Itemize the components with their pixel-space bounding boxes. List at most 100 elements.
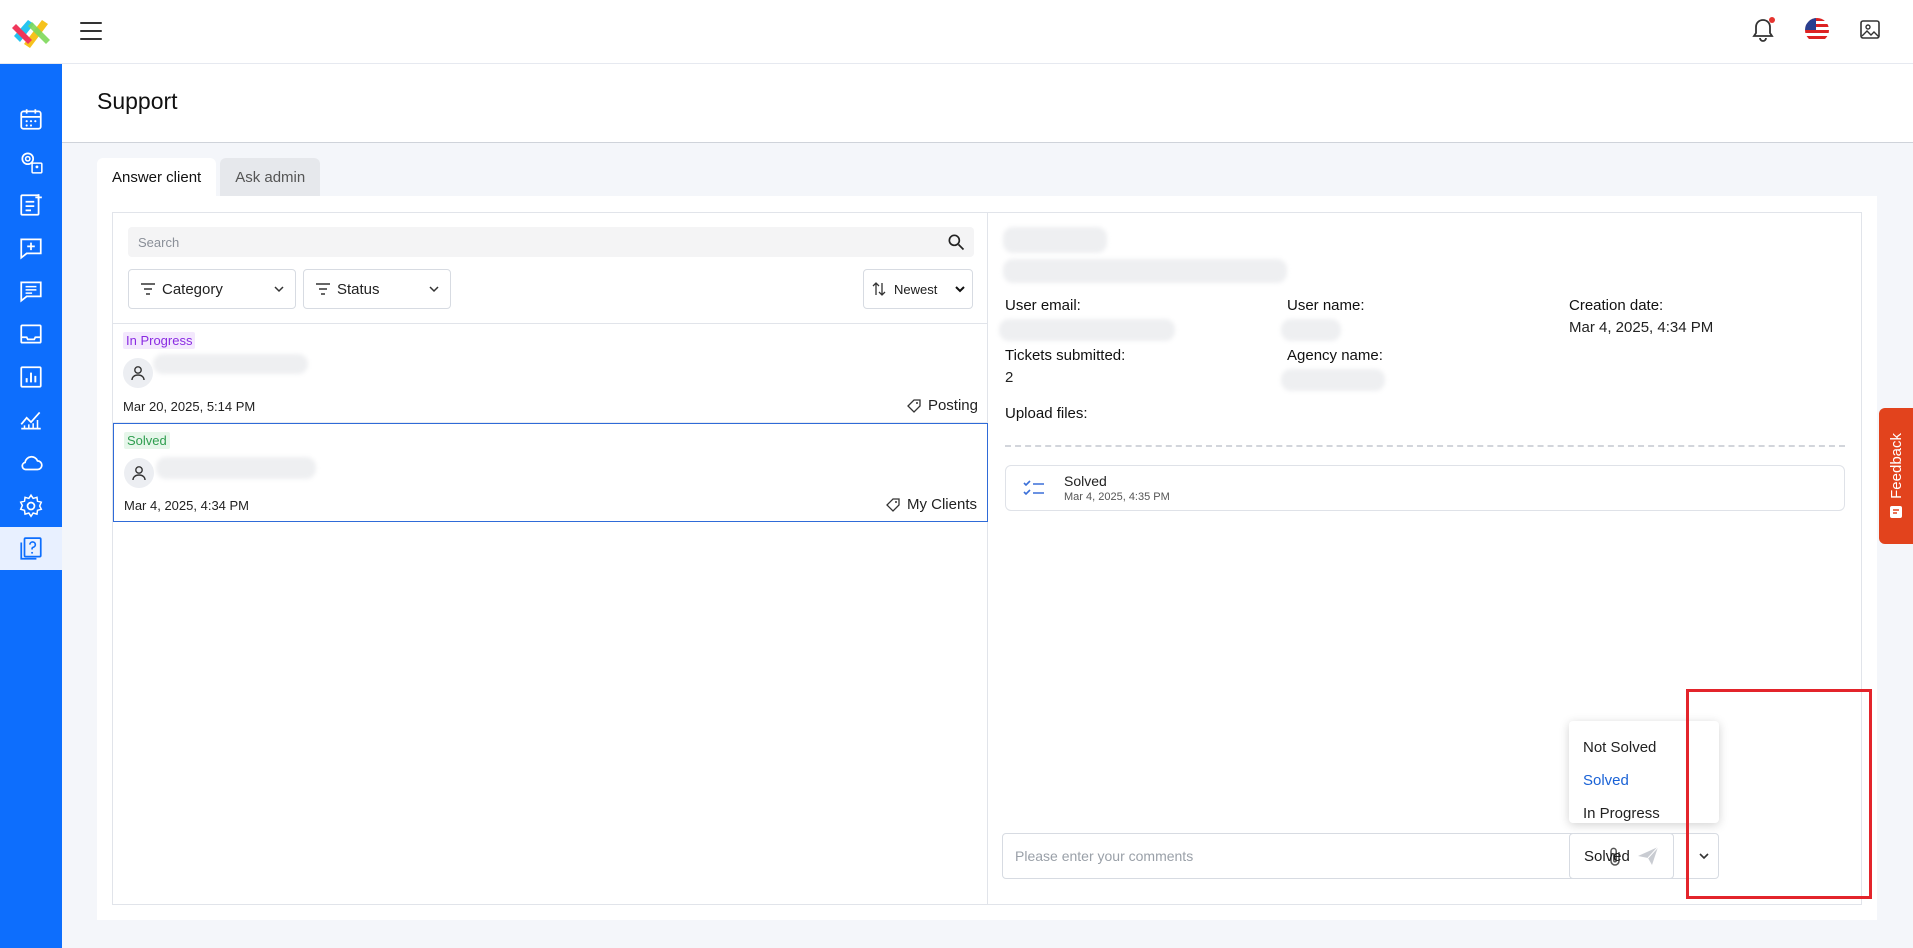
sidebar-item-add-post[interactable] <box>0 183 62 226</box>
feedback-icon <box>1890 505 1902 518</box>
bell-icon[interactable] <box>1749 16 1777 44</box>
status-option-in-progress[interactable]: In Progress <box>1569 797 1719 830</box>
ticket-date: Mar 4, 2025, 4:34 PM <box>124 498 250 513</box>
tickets-submitted-value: 2 <box>1005 369 1014 386</box>
comment-input[interactable] <box>1003 834 1583 878</box>
sidebar <box>0 64 62 948</box>
sidebar-item-inbox[interactable] <box>0 312 62 355</box>
creation-date-value: Mar 4, 2025, 4:34 PM <box>1569 319 1714 336</box>
support-panel: Category Status Newest In Progress <box>112 212 1862 905</box>
sidebar-item-report[interactable] <box>0 355 62 398</box>
tag-icon <box>886 497 900 512</box>
add-chat-icon <box>20 237 42 260</box>
ticket-detail-column: User email: User name: Creation date: Ma… <box>989 213 1861 904</box>
sidebar-item-chat-list[interactable] <box>0 269 62 312</box>
agency-name-label: Agency name: <box>1287 347 1383 364</box>
tab-bar: Answer client Ask admin <box>97 158 321 196</box>
analytics-icon <box>20 411 41 430</box>
notification-dot <box>1769 17 1775 23</box>
ticket-category: Posting <box>906 397 978 414</box>
inbox-icon <box>20 323 42 344</box>
sort-label: Newest <box>894 281 938 297</box>
status-filter[interactable]: Status <box>303 269 451 309</box>
tag-icon <box>907 398 921 413</box>
sidebar-item-analytics[interactable] <box>0 398 62 441</box>
profile-picture-icon[interactable] <box>1857 16 1885 44</box>
gear-icon <box>19 493 43 518</box>
add-post-icon <box>20 193 42 216</box>
filter-icon <box>141 283 155 295</box>
user-icon <box>132 466 146 481</box>
category-filter[interactable]: Category <box>128 269 296 309</box>
checklist-icon <box>1023 480 1044 496</box>
page-title: Support <box>97 88 178 114</box>
tab-answer-client[interactable]: Answer client <box>97 158 217 196</box>
sort-icon <box>872 282 886 296</box>
filter-icon <box>316 283 330 295</box>
ticket-category-label: My Clients <box>906 496 977 513</box>
feedback-label: Feedback <box>1887 433 1905 499</box>
status-log-entry: Solved Mar 4, 2025, 4:35 PM <box>1005 465 1845 511</box>
redacted-ticket-title <box>1003 227 1107 253</box>
redacted-agency-name <box>1281 369 1385 391</box>
log-timestamp: Mar 4, 2025, 4:35 PM <box>1064 491 1170 503</box>
ticket-list-column: Category Status Newest In Progress <box>113 213 988 904</box>
chevron-down-icon <box>274 286 284 293</box>
status-select-arrow[interactable] <box>1688 834 1718 878</box>
status-option-solved[interactable]: Solved <box>1569 764 1719 797</box>
status-option-not-solved[interactable]: Not Solved <box>1569 731 1719 764</box>
avatar <box>124 458 154 488</box>
category-filter-label: Category <box>162 280 223 298</box>
feedback-button[interactable]: Feedback <box>1879 408 1913 544</box>
app-logo[interactable] <box>10 14 54 50</box>
ticket-date: Mar 20, 2025, 5:14 PM <box>123 399 256 414</box>
search-box <box>128 227 974 257</box>
redacted-name <box>153 354 308 374</box>
divider <box>1005 445 1845 447</box>
status-badge: In Progress <box>123 332 196 349</box>
report-chart-icon <box>20 365 42 388</box>
chevron-down-icon <box>955 286 965 293</box>
user-icon <box>131 366 145 381</box>
menu-toggle-button[interactable] <box>80 22 102 40</box>
search-input[interactable] <box>128 227 974 257</box>
tab-ask-admin[interactable]: Ask admin <box>220 158 321 196</box>
user-settings-icon <box>21 151 43 174</box>
avatar <box>123 358 153 388</box>
ticket-item[interactable]: Solved Mar 4, 2025, 4:34 PM My Clients <box>113 423 988 522</box>
user-email-label: User email: <box>1005 297 1081 314</box>
redacted-name <box>156 457 316 479</box>
sidebar-item-calendar[interactable] <box>0 97 62 140</box>
redacted-user-email <box>999 319 1175 341</box>
help-icon <box>20 536 42 560</box>
ticket-category-label: Posting <box>927 397 978 414</box>
top-bar <box>0 0 1913 64</box>
ticket-item[interactable]: In Progress Mar 20, 2025, 5:14 PM Postin… <box>113 324 988 423</box>
sidebar-item-settings[interactable] <box>0 484 62 527</box>
search-icon[interactable] <box>946 232 966 252</box>
redacted-user-name <box>1281 319 1341 341</box>
redacted-ticket-subject <box>1003 259 1287 283</box>
upload-files-label: Upload files: <box>1005 405 1088 422</box>
status-select-value: Solved <box>1584 847 1630 865</box>
sidebar-item-user-settings[interactable] <box>0 140 62 183</box>
sort-select[interactable]: Newest <box>863 269 973 309</box>
log-status: Solved <box>1064 473 1107 489</box>
sidebar-item-cloud[interactable] <box>0 441 62 484</box>
creation-date-label: Creation date: <box>1569 297 1664 314</box>
status-filter-label: Status <box>337 280 380 298</box>
status-select[interactable]: Solved <box>1569 833 1719 879</box>
cloud-icon <box>21 455 43 470</box>
us-flag-icon[interactable] <box>1803 16 1831 44</box>
status-badge: Solved <box>124 432 170 449</box>
status-dropdown-menu: Not Solved Solved In Progress <box>1569 721 1719 823</box>
user-name-label: User name: <box>1287 297 1365 314</box>
chat-list-icon <box>20 280 42 303</box>
sidebar-item-support[interactable] <box>0 527 62 570</box>
tickets-submitted-label: Tickets submitted: <box>1005 347 1126 364</box>
page-header: Support <box>62 64 1913 143</box>
chevron-down-icon <box>1698 853 1709 860</box>
ticket-category: My Clients <box>885 496 977 513</box>
sidebar-item-add-chat[interactable] <box>0 226 62 269</box>
support-card: Category Status Newest In Progress <box>97 196 1877 920</box>
